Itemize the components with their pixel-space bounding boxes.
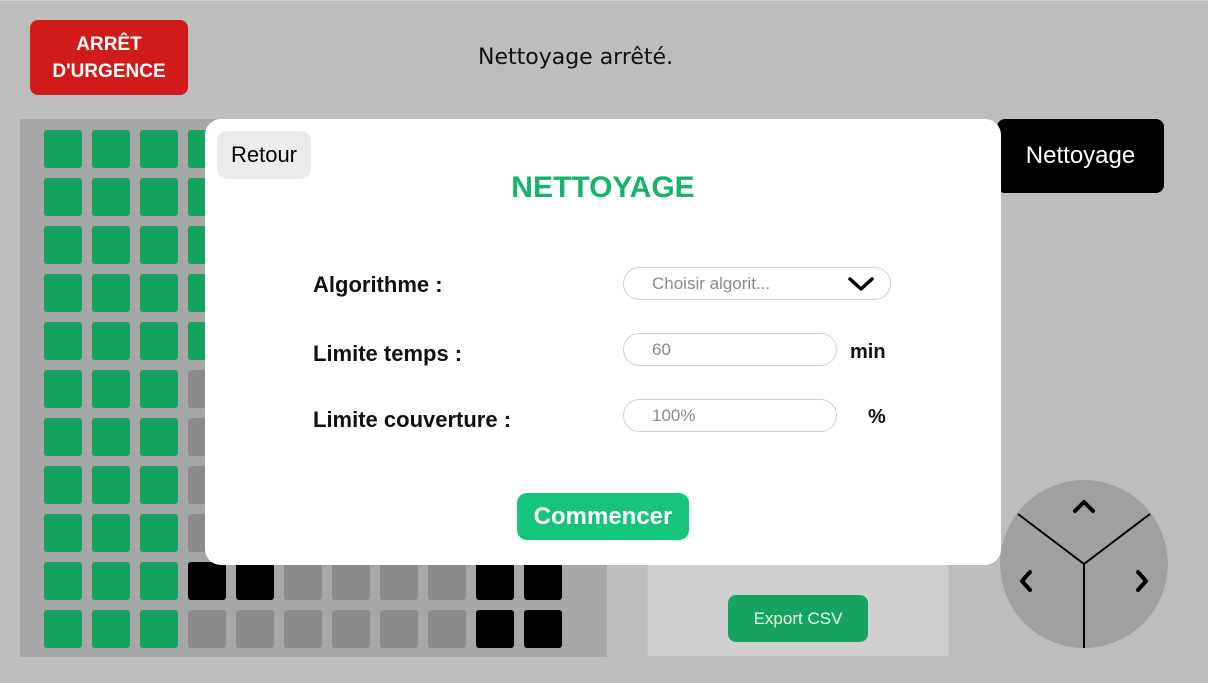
map-cell-dirty (332, 610, 370, 648)
map-cell-dirty (428, 562, 466, 600)
map-cell-clean (140, 322, 178, 360)
chevron-left-icon (1020, 570, 1032, 592)
map-cell-clean (44, 130, 82, 168)
time-limit-label: Limite temps : (313, 341, 463, 366)
map-cell-dirty (236, 610, 274, 648)
map-cell-clean (92, 370, 130, 408)
map-cell-clean (44, 178, 82, 216)
nettoyage-button[interactable]: Nettoyage (997, 119, 1164, 193)
map-cell-clean (140, 226, 178, 264)
coverage-unit: % (868, 406, 886, 428)
map-cell-dirty (284, 610, 322, 648)
map-cell-clean (44, 514, 82, 552)
map-cell-dirty (332, 562, 370, 600)
status-text: Nettoyage arrêté. (478, 45, 674, 70)
chevron-down-icon (848, 276, 874, 291)
map-cell-clean (140, 514, 178, 552)
coverage-limit-label: Limite couverture : (313, 407, 512, 432)
map-cell-clean (44, 418, 82, 456)
coverage-limit-value: 100% (652, 405, 696, 425)
time-limit-value: 60 (652, 339, 671, 359)
map-cell-obst (476, 610, 514, 648)
map-cell-clean (44, 274, 82, 312)
map-cell-dirty (188, 610, 226, 648)
map-cell-dirty (284, 562, 322, 600)
modal-title: NETTOYAGE (511, 171, 695, 204)
start-button[interactable]: Commencer (517, 493, 689, 540)
export-csv-button[interactable]: Export CSV (728, 595, 868, 642)
map-cell-obst (188, 562, 226, 600)
map-cell-clean (44, 322, 82, 360)
dpad-up-button[interactable] (1059, 485, 1109, 535)
map-cell-clean (140, 610, 178, 648)
map-cell-clean (44, 610, 82, 648)
map-cell-clean (92, 610, 130, 648)
map-cell-clean (92, 322, 130, 360)
map-cell-clean (92, 562, 130, 600)
direction-pad (1000, 480, 1168, 648)
map-cell-dirty (380, 562, 418, 600)
emergency-stop-line2: D'URGENCE (52, 60, 166, 82)
map-cell-clean (44, 466, 82, 504)
coverage-limit-input[interactable]: 100% (623, 399, 837, 432)
algorithm-select[interactable]: Choisir algorit... (623, 267, 891, 300)
map-cell-obst (524, 610, 562, 648)
map-cell-clean (44, 226, 82, 264)
chevron-right-icon (1136, 570, 1148, 592)
dpad-left-button[interactable] (1002, 556, 1052, 606)
map-cell-clean (140, 130, 178, 168)
map-cell-clean (140, 418, 178, 456)
time-limit-input[interactable]: 60 (623, 333, 837, 366)
algorithm-placeholder: Choisir algorit... (652, 273, 771, 293)
map-cell-clean (140, 370, 178, 408)
map-cell-clean (92, 418, 130, 456)
chevron-up-icon (1073, 500, 1095, 513)
map-cell-clean (44, 562, 82, 600)
map-cell-obst (524, 562, 562, 600)
emergency-stop-line1: ARRÊT (76, 33, 142, 55)
time-unit: min (850, 341, 886, 363)
map-cell-clean (92, 466, 130, 504)
dpad-right-button[interactable] (1120, 556, 1168, 606)
map-cell-obst (476, 562, 514, 600)
map-cell-clean (92, 178, 130, 216)
map-cell-clean (92, 514, 130, 552)
map-cell-dirty (380, 610, 418, 648)
map-cell-clean (92, 226, 130, 264)
map-cell-clean (140, 466, 178, 504)
map-cell-clean (92, 130, 130, 168)
map-cell-clean (140, 562, 178, 600)
map-cell-clean (140, 274, 178, 312)
map-cell-clean (44, 370, 82, 408)
map-cell-clean (92, 274, 130, 312)
map-cell-clean (140, 178, 178, 216)
algorithm-label: Algorithme : (313, 272, 443, 297)
cleaning-modal: Retour NETTOYAGE Algorithme : Choisir al… (205, 119, 1001, 565)
emergency-stop-button[interactable]: ARRÊT D'URGENCE (30, 20, 188, 95)
map-cell-obst (236, 562, 274, 600)
map-cell-dirty (428, 610, 466, 648)
